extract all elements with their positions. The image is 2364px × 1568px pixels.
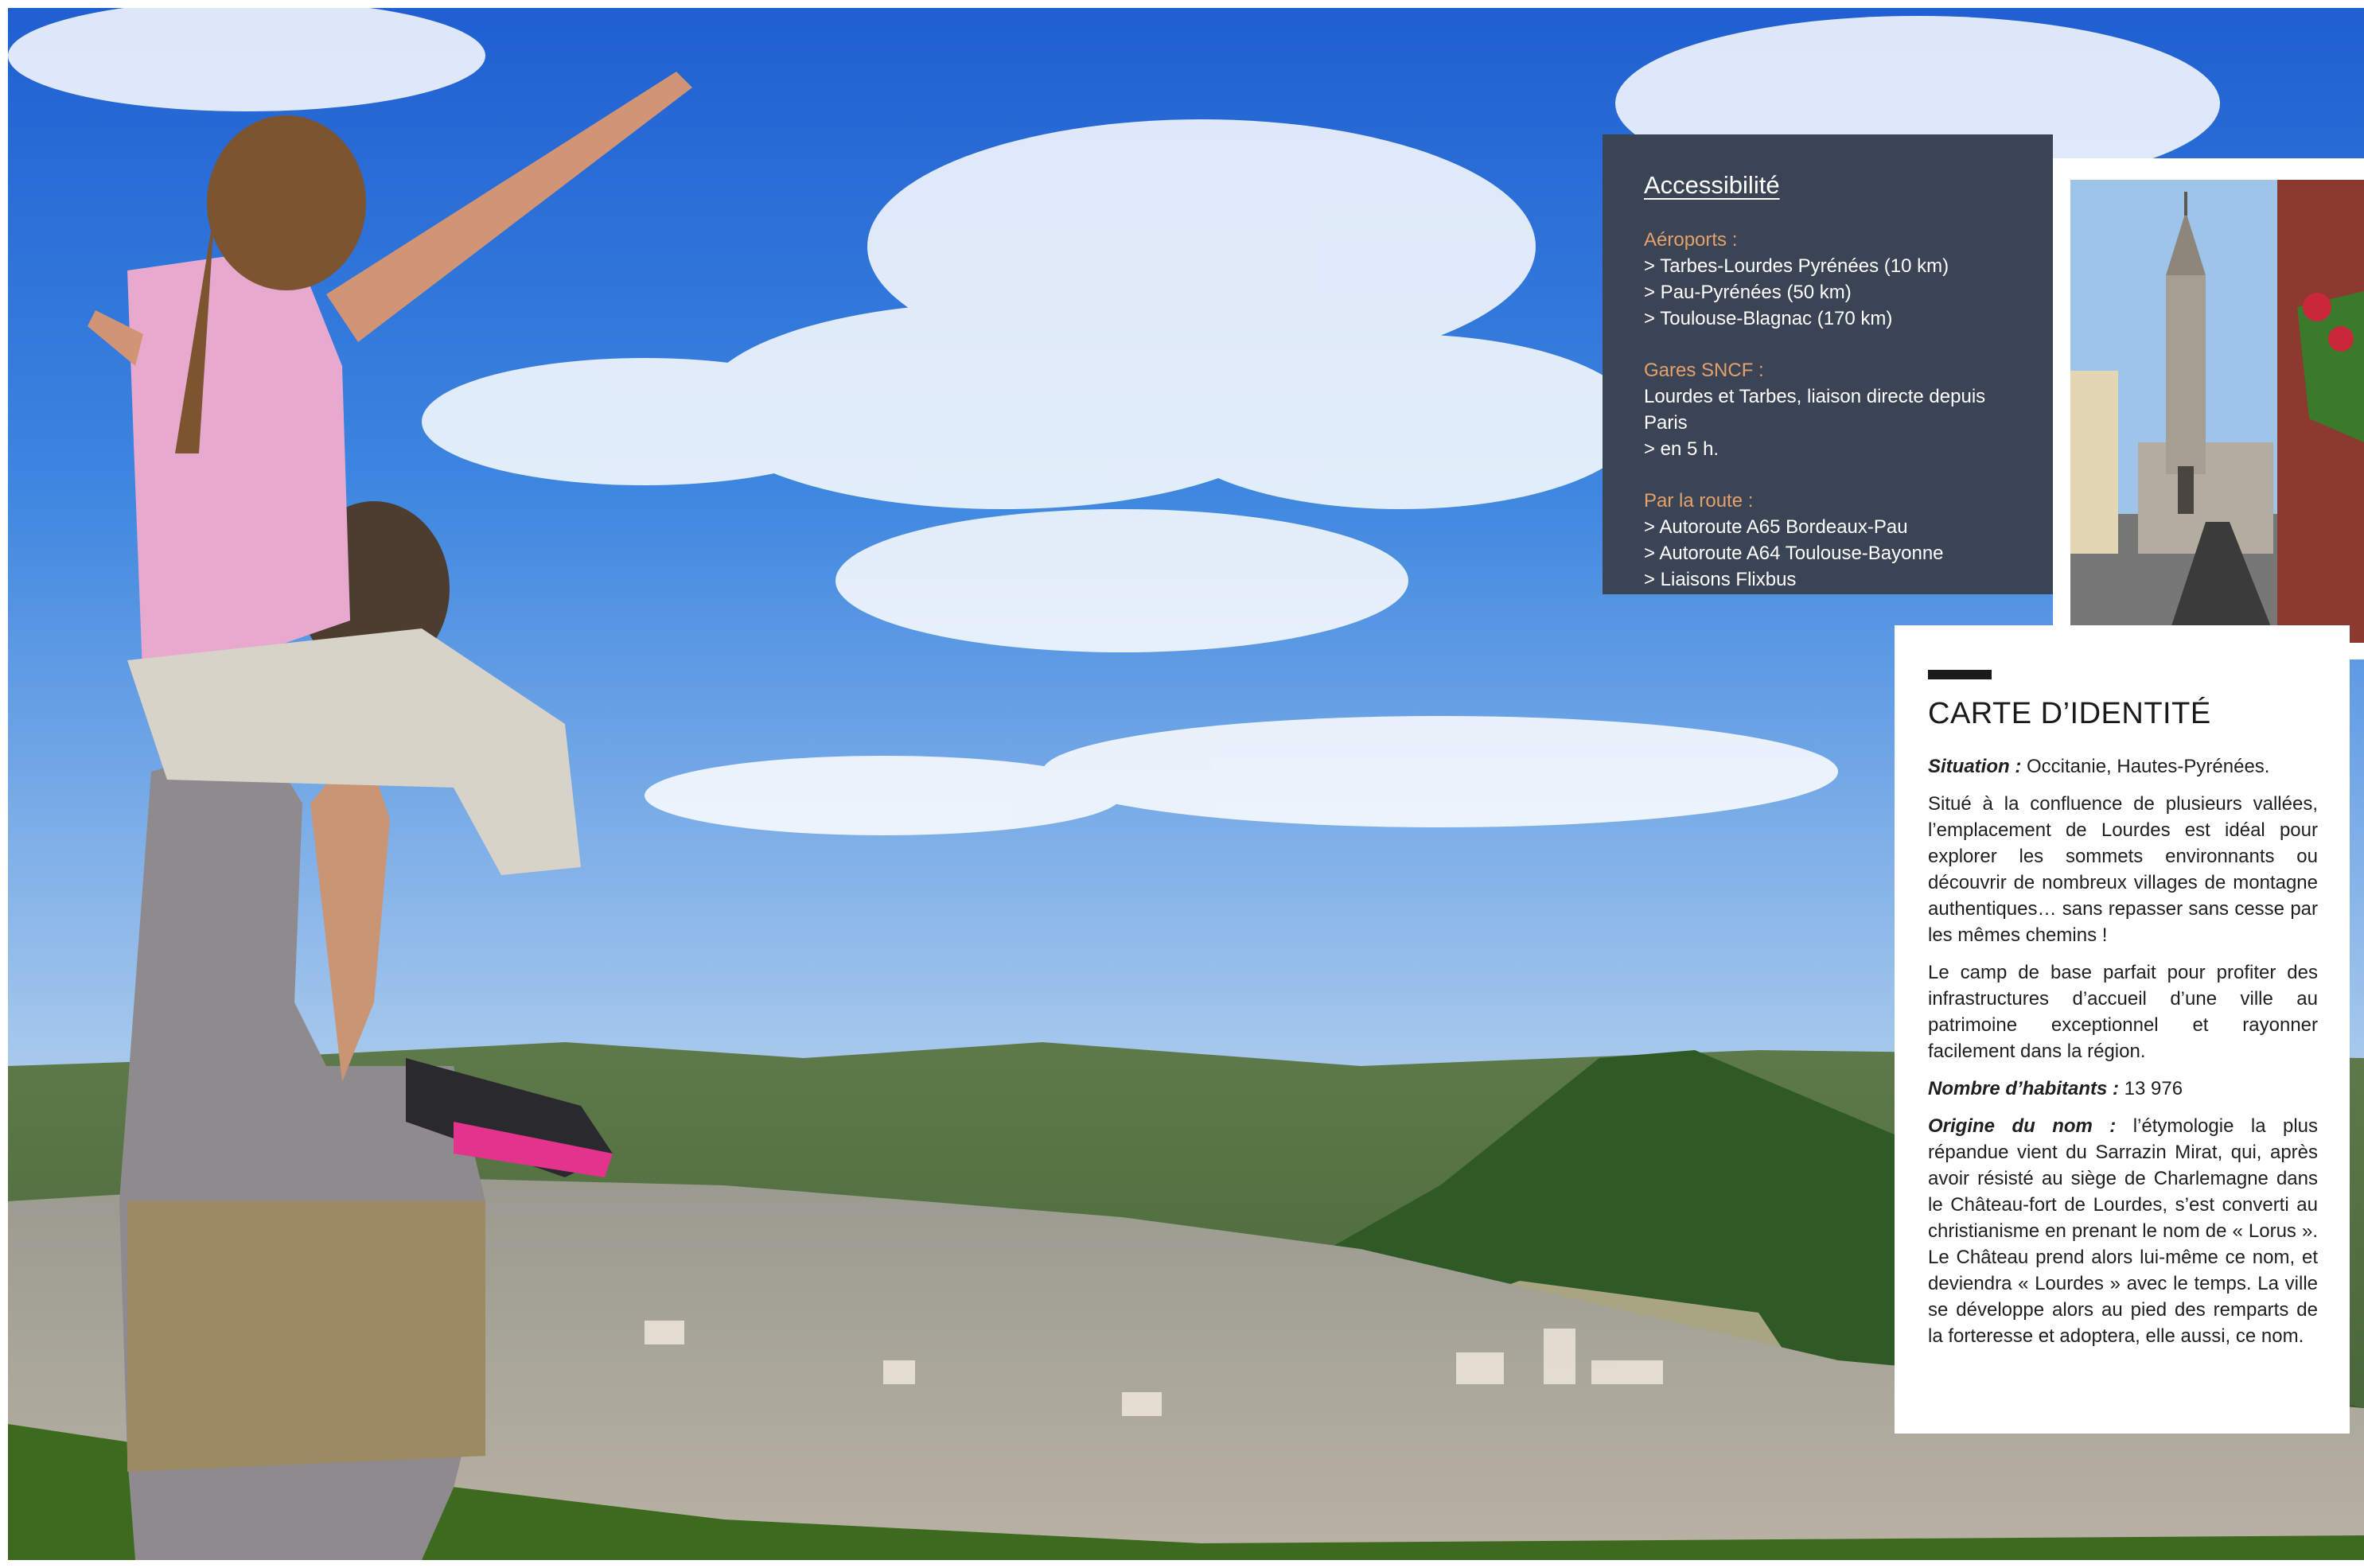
train-line: Lourdes et Tarbes, liaison directe depui… — [1644, 386, 1986, 434]
inhabitants-value: 13 976 — [2119, 1078, 2183, 1099]
road-label: Par la route : — [1644, 490, 1754, 512]
road-line: > Autoroute A65 Bordeaux-Pau — [1644, 516, 1908, 538]
inhabitants-label: Nombre d’habitants : — [1928, 1078, 2120, 1099]
church-photo — [2070, 180, 2364, 643]
situation-paragraph: Situation : Occitanie, Hautes-Pyrénées. — [1928, 753, 2318, 780]
identity-title: CARTE D’IDENTITÉ — [1928, 697, 2211, 730]
origin-label: Origine du nom : — [1928, 1115, 2117, 1137]
description-paragraph-1: Situé à la confluence de plusieurs vallé… — [1928, 793, 2318, 946]
origin-paragraph: Origine du nom : l’étymologie la plus ré… — [1928, 1113, 2318, 1349]
airport-line: > Toulouse-Blagnac (170 km) — [1644, 308, 1893, 329]
road-line: > Liaisons Flixbus — [1644, 569, 1797, 590]
title-accent-bar — [1928, 670, 1992, 679]
airport-line: > Tarbes-Lourdes Pyrénées (10 km) — [1644, 255, 1949, 277]
airports-label: Aéroports : — [1644, 229, 1738, 251]
train-line: > en 5 h. — [1644, 438, 1719, 460]
identity-card-panel: CARTE D’IDENTITÉ Situation : Occitanie, … — [1895, 625, 2350, 1434]
airports-group: Aéroports : > Tarbes-Lourdes Pyrénées (1… — [1644, 227, 2029, 332]
train-label: Gares SNCF : — [1644, 360, 1764, 381]
situation-label: Situation : — [1928, 756, 2022, 777]
airport-line: > Pau-Pyrénées (50 km) — [1644, 282, 1852, 303]
train-group: Gares SNCF : Lourdes et Tarbes, liaison … — [1644, 357, 2029, 462]
church-photo-card — [2053, 158, 2364, 659]
accessibility-panel: Accessibilité Aéroports : > Tarbes-Lourd… — [1603, 134, 2053, 594]
description-paragraph-2: Le camp de base parfait pour profiter de… — [1928, 962, 2318, 1062]
road-group: Par la route : > Autoroute A65 Bordeaux-… — [1644, 488, 2029, 593]
inhabitants-paragraph: Nombre d’habitants : 13 976 — [1928, 1076, 2318, 1102]
road-line: > Autoroute A64 Toulouse-Bayonne — [1644, 543, 1944, 564]
origin-value: l’étymologie la plus répandue vient du S… — [1928, 1115, 2319, 1347]
accessibility-title: Accessibilité — [1644, 171, 1780, 199]
situation-value: Occitanie, Hautes-Pyrénées. — [2021, 756, 2270, 777]
